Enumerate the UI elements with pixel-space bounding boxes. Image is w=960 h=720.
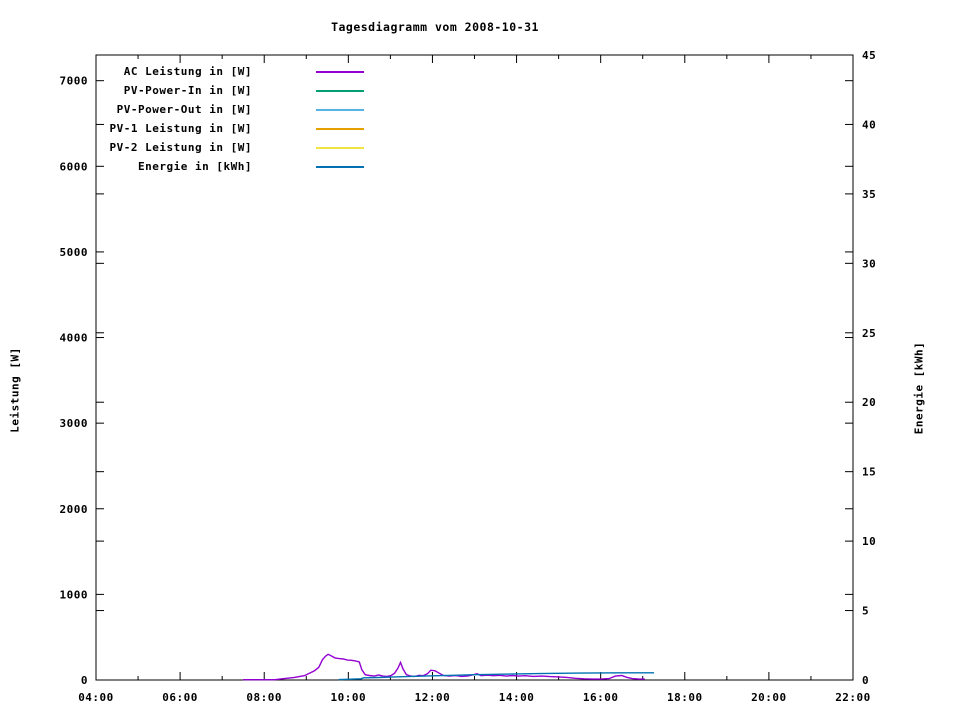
y-right-tick-label: 35 bbox=[862, 188, 876, 201]
legend-line-sample bbox=[316, 108, 364, 111]
y-left-tick-label: 2000 bbox=[60, 503, 89, 516]
x-tick-label: 08:00 bbox=[246, 691, 282, 704]
y-left-tick-label: 3000 bbox=[60, 417, 89, 430]
legend-label: PV-1 Leistung in [W] bbox=[109, 122, 252, 135]
legend-line-sample bbox=[316, 70, 364, 73]
legend-line-sample bbox=[316, 127, 364, 130]
x-tick-label: 12:00 bbox=[415, 691, 451, 704]
legend-label: PV-Power-Out in [W] bbox=[116, 103, 252, 116]
y-right-tick-label: 5 bbox=[862, 605, 869, 618]
legend-line-sample bbox=[316, 165, 364, 168]
y-right-tick-label: 25 bbox=[862, 327, 876, 340]
x-tick-label: 04:00 bbox=[78, 691, 114, 704]
legend-line-sample bbox=[316, 146, 364, 149]
legend-item: PV-Power-Out in [W] bbox=[96, 100, 364, 119]
y-right-tick-label: 45 bbox=[862, 49, 876, 62]
x-tick-label: 16:00 bbox=[583, 691, 619, 704]
legend-item: Energie in [kWh] bbox=[96, 157, 364, 176]
legend-label: Energie in [kWh] bbox=[138, 160, 252, 173]
y-left-tick-label: 4000 bbox=[60, 332, 89, 345]
legend-item: PV-2 Leistung in [W] bbox=[96, 138, 364, 157]
x-tick-label: 06:00 bbox=[162, 691, 198, 704]
y-right-tick-label: 10 bbox=[862, 535, 876, 548]
legend-label: PV-2 Leistung in [W] bbox=[109, 141, 252, 154]
y-axis-label-right: Energie [kWh] bbox=[912, 341, 926, 435]
legend-item: AC Leistung in [W] bbox=[96, 62, 364, 81]
y-left-tick-label: 7000 bbox=[60, 75, 89, 88]
legend-label: PV-Power-In in [W] bbox=[123, 84, 252, 97]
legend: AC Leistung in [W] PV-Power-In in [W] PV… bbox=[96, 62, 364, 176]
y-right-tick-label: 0 bbox=[862, 674, 869, 687]
y-right-tick-label: 40 bbox=[862, 118, 876, 131]
y-left-tick-label: 6000 bbox=[60, 160, 89, 173]
x-tick-label: 14:00 bbox=[499, 691, 535, 704]
x-tick-label: 20:00 bbox=[751, 691, 787, 704]
legend-line-sample bbox=[316, 89, 364, 92]
y-axis-label-left: Leistung [W] bbox=[8, 347, 22, 433]
y-left-tick-label: 1000 bbox=[60, 588, 89, 601]
y-right-tick-label: 30 bbox=[862, 257, 876, 270]
x-tick-label: 10:00 bbox=[331, 691, 367, 704]
legend-item: PV-1 Leistung in [W] bbox=[96, 119, 364, 138]
y-right-tick-label: 15 bbox=[862, 466, 876, 479]
y-right-tick-label: 20 bbox=[862, 396, 876, 409]
y-left-tick-label: 0 bbox=[81, 674, 88, 687]
chart-canvas: 04:00 06:00 08:00 10:00 12:00 14:00 16:00 18:00… bbox=[0, 0, 960, 720]
x-tick-label: 18:00 bbox=[667, 691, 703, 704]
legend-label: AC Leistung in [W] bbox=[123, 65, 252, 78]
legend-item: PV-Power-In in [W] bbox=[96, 81, 364, 100]
x-tick-label: 22:00 bbox=[835, 691, 871, 704]
chart-title: Tagesdiagramm vom 2008-10-31 bbox=[331, 20, 539, 34]
y-left-tick-label: 5000 bbox=[60, 246, 89, 259]
